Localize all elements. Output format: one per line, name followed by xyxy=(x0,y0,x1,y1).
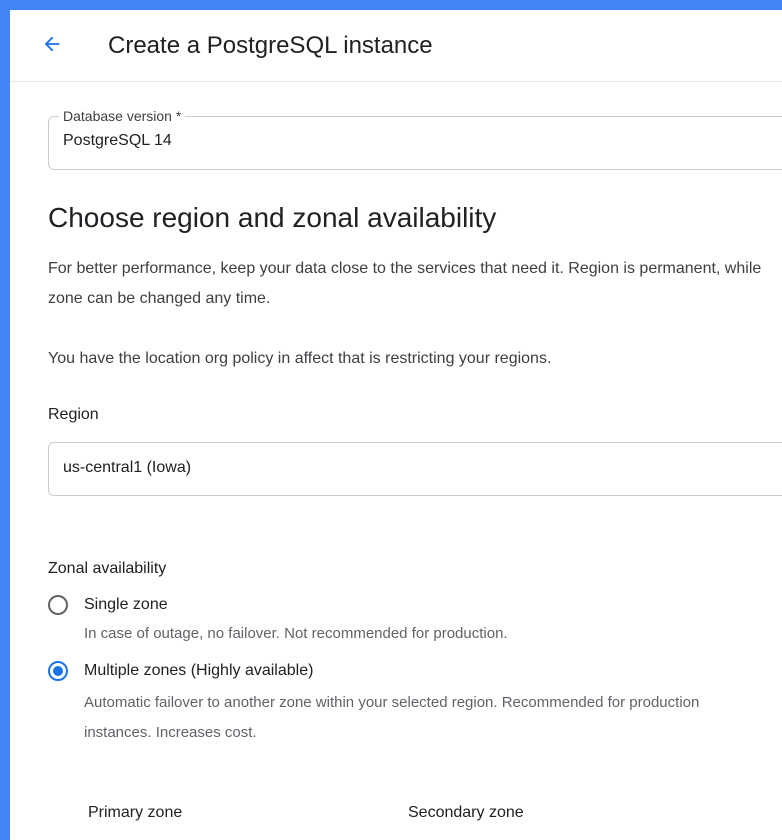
zonal-availability-label: Zonal availability xyxy=(48,560,167,577)
primary-zone-label: Primary zone xyxy=(88,804,183,821)
single-zone-option[interactable]: Single zone xyxy=(48,595,168,615)
back-button[interactable] xyxy=(36,30,68,62)
database-version-label: Database version * xyxy=(59,107,186,125)
single-zone-description: In case of outage, no failover. Not reco… xyxy=(84,625,508,642)
secondary-zone-label: Secondary zone xyxy=(408,804,524,821)
region-label: Region xyxy=(48,406,99,423)
page-header: Create a PostgreSQL instance xyxy=(10,10,782,82)
multiple-zones-option[interactable]: Multiple zones (Highly available) xyxy=(48,661,313,681)
multiple-zones-radio[interactable] xyxy=(48,661,68,681)
multiple-zones-label: Multiple zones (Highly available) xyxy=(84,662,314,679)
multiple-zones-description: Automatic failover to another zone withi… xyxy=(84,694,700,741)
region-description: For better performance, keep your data c… xyxy=(48,260,762,307)
org-policy-note: You have the location org policy in affe… xyxy=(48,350,552,367)
arrow-back-icon xyxy=(41,33,63,60)
region-select[interactable]: us-central1 (Iowa) xyxy=(48,442,782,496)
region-section-title: Choose region and zonal availability xyxy=(48,202,497,233)
database-version-field[interactable]: Database version * PostgreSQL 14 xyxy=(48,107,782,170)
database-version-value: PostgreSQL 14 xyxy=(63,132,172,149)
create-instance-panel: Create a PostgreSQL instance Database ve… xyxy=(10,10,782,840)
single-zone-radio[interactable] xyxy=(48,595,68,615)
single-zone-label: Single zone xyxy=(84,596,168,613)
page-title: Create a PostgreSQL instance xyxy=(108,32,433,59)
region-select-value: us-central1 (Iowa) xyxy=(63,459,192,476)
